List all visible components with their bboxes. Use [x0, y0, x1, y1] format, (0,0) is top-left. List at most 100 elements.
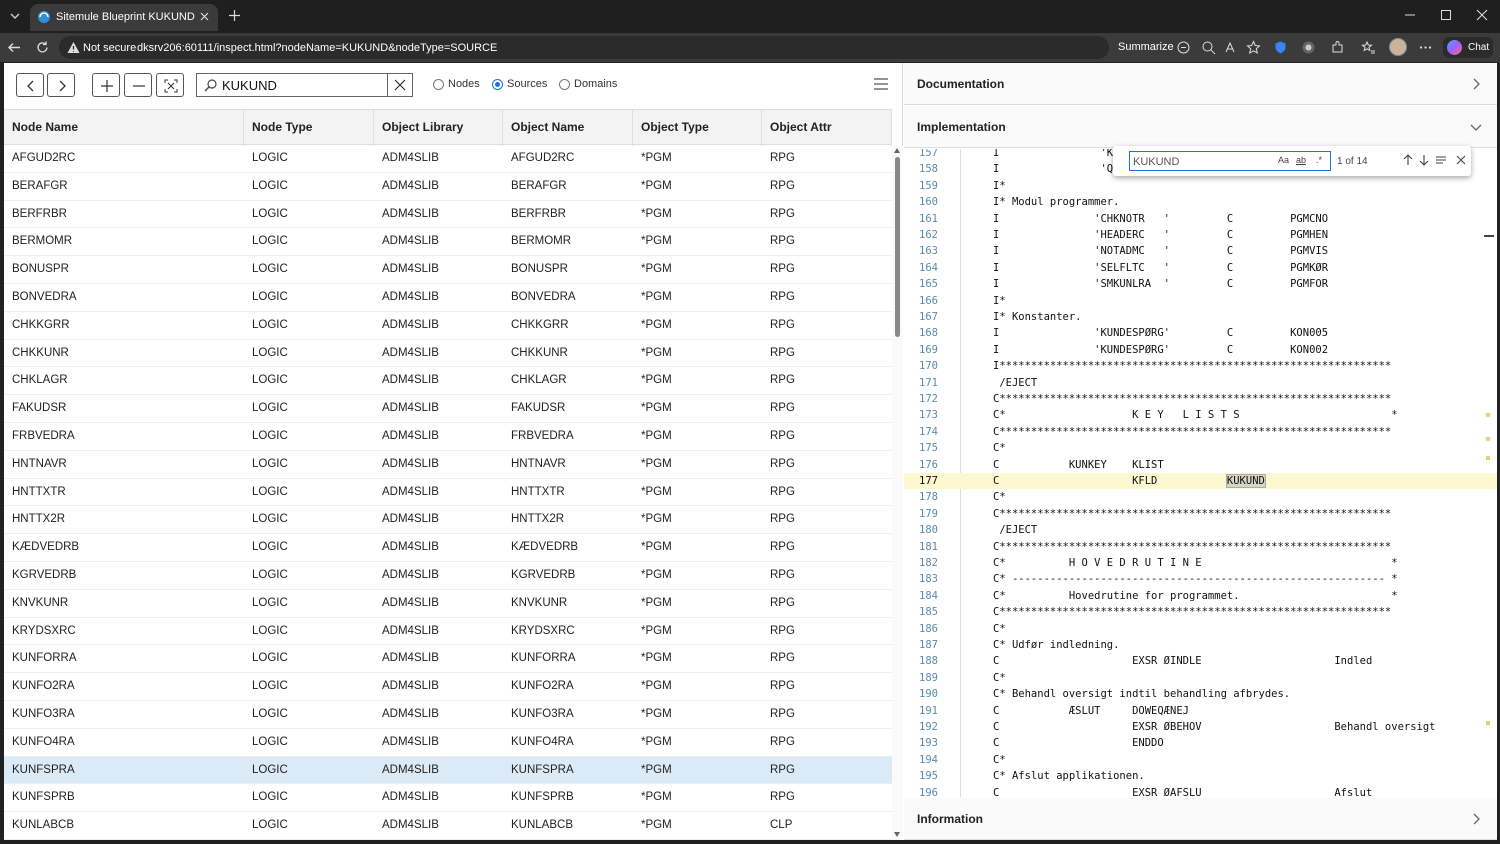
code-line[interactable]: 181 C************************************…: [904, 539, 1497, 555]
back-icon[interactable]: [6, 39, 23, 56]
table-row[interactable]: KUNFO2RA LOGIC ADM4SLIB KUNFO2RA *PGM RPG: [4, 673, 892, 701]
information-header[interactable]: Information: [904, 798, 1497, 840]
table-row[interactable]: KUNFO4RA LOGIC ADM4SLIB KUNFO4RA *PGM RPG: [4, 729, 892, 757]
zoom-icon[interactable]: [1201, 40, 1216, 55]
extension-circle-icon[interactable]: [1301, 40, 1316, 55]
match-case-toggle[interactable]: Aa: [1278, 155, 1289, 165]
code-line[interactable]: 161 I 'CHKNOTR ' C PGMCNO: [904, 211, 1497, 227]
table-row[interactable]: CHKKGRR LOGIC ADM4SLIB CHKKGRR *PGM RPG: [4, 312, 892, 340]
implementation-header[interactable]: Implementation: [904, 106, 1497, 148]
code-line[interactable]: 185 C************************************…: [904, 604, 1497, 620]
read-aloud-icon[interactable]: [1224, 40, 1239, 55]
refresh-icon[interactable]: [34, 39, 51, 56]
table-row[interactable]: BONVEDRA LOGIC ADM4SLIB BONVEDRA *PGM RPG: [4, 284, 892, 312]
forward-button[interactable]: [47, 73, 75, 97]
table-row[interactable]: KUNLABCB LOGIC ADM4SLIB KUNLABCB *PGM CLP: [4, 812, 892, 840]
code-line[interactable]: 169 I 'KUNDESPØRG' C KON002: [904, 342, 1497, 358]
editor-overview-ruler[interactable]: [1484, 149, 1497, 797]
favorite-star-icon[interactable]: [1246, 40, 1261, 55]
scroll-up-arrow-icon[interactable]: [894, 148, 900, 153]
code-line[interactable]: 195 C* Afslut applikationen.: [904, 768, 1497, 784]
header-object-type[interactable]: Object Type: [633, 110, 762, 146]
code-line[interactable]: 160 I* Modul programmer.: [904, 194, 1497, 210]
header-object-attr[interactable]: Object Attr: [762, 110, 892, 146]
code-line[interactable]: 162 I 'HEADERC ' C PGMHEN: [904, 227, 1497, 243]
code-line[interactable]: 188 C EXSR ØINDLE Indled: [904, 653, 1497, 669]
table-row[interactable]: CHKLAGR LOGIC ADM4SLIB CHKLAGR *PGM RPG: [4, 367, 892, 396]
code-line[interactable]: 174 C************************************…: [904, 424, 1497, 440]
close-tab-icon[interactable]: [198, 10, 211, 23]
close-find-icon[interactable]: [1455, 154, 1467, 166]
favorites-list-icon[interactable]: [1361, 40, 1376, 55]
node-search-box[interactable]: [196, 73, 413, 97]
table-scrollbar[interactable]: [892, 145, 903, 840]
code-line[interactable]: 186 C*: [904, 621, 1497, 637]
radio-domains-circle[interactable]: [559, 79, 570, 90]
code-line[interactable]: 183 C* ----------------------------------…: [904, 571, 1497, 587]
table-row[interactable]: FAKUDSR LOGIC ADM4SLIB FAKUDSR *PGM RPG: [4, 395, 892, 423]
table-row[interactable]: AFGUD2RC LOGIC ADM4SLIB AFGUD2RC *PGM RPG: [4, 145, 892, 173]
code-line[interactable]: 166 I*: [904, 293, 1497, 309]
table-row[interactable]: KÆDVEDRB LOGIC ADM4SLIB KÆDVEDRB *PGM RPG: [4, 534, 892, 562]
extensions-puzzle-icon[interactable]: [1330, 40, 1345, 55]
profile-avatar[interactable]: [1389, 38, 1407, 56]
header-object-library[interactable]: Object Library: [374, 110, 503, 146]
code-line[interactable]: 182 C* H O V E D R U T I N E *: [904, 555, 1497, 571]
more-menu-icon[interactable]: [1418, 40, 1433, 55]
hamburger-menu-icon[interactable]: [873, 77, 889, 91]
code-line[interactable]: 159 I*: [904, 178, 1497, 194]
table-row[interactable]: HNTNAVR LOGIC ADM4SLIB HNTNAVR *PGM RPG: [4, 451, 892, 479]
code-line[interactable]: 190 C* Behandl oversigt indtil behandling…: [904, 686, 1497, 702]
fit-screen-button[interactable]: [156, 73, 184, 97]
table-row[interactable]: HNTTX2R LOGIC ADM4SLIB HNTTX2R *PGM RPG: [4, 506, 892, 535]
whole-word-toggle[interactable]: ab: [1296, 155, 1306, 165]
security-label[interactable]: Not secure: [83, 42, 136, 54]
code-editor[interactable]: 157 I 'KU 158 I 'Q2 159 I* 160 I* Modul program…: [904, 149, 1497, 797]
table-row[interactable]: HNTTXTR LOGIC ADM4SLIB HNTTXTR *PGM RPG: [4, 479, 892, 507]
regex-toggle[interactable]: .*: [1316, 155, 1322, 165]
scroll-down-arrow-icon[interactable]: [894, 832, 900, 837]
code-line[interactable]: 173 C* K E Y L I S T S *: [904, 407, 1497, 423]
radio-nodes-circle[interactable]: [433, 79, 444, 90]
table-row[interactable]: CHKKUNR LOGIC ADM4SLIB CHKKUNR *PGM RPG: [4, 340, 892, 368]
shield-extension-icon[interactable]: [1273, 40, 1288, 55]
table-row[interactable]: KUNFO3RA LOGIC ADM4SLIB KUNFO3RA *PGM RPG: [4, 701, 892, 729]
url-bar[interactable]: Not secure dksrv206:60111/inspect.html?n…: [59, 36, 1109, 59]
close-window-icon[interactable]: [1475, 8, 1489, 22]
back-button[interactable]: [16, 73, 44, 97]
chevron-right-icon[interactable]: [1469, 812, 1483, 826]
code-line[interactable]: 175 C*: [904, 440, 1497, 456]
table-row[interactable]: BERMOMR LOGIC ADM4SLIB BERMOMR *PGM RPG: [4, 228, 892, 257]
find-input-box[interactable]: Aa ab .*: [1129, 151, 1331, 171]
find-input[interactable]: [1133, 154, 1273, 169]
find-in-selection-icon[interactable]: [1435, 154, 1447, 166]
url-text[interactable]: dksrv206:60111/inspect.html?nodeName=KUK…: [137, 42, 497, 54]
code-line[interactable]: 168 I 'KUNDESPØRG' C KON005: [904, 325, 1497, 341]
table-row[interactable]: FRBVEDRA LOGIC ADM4SLIB FRBVEDRA *PGM RPG: [4, 423, 892, 451]
next-match-icon[interactable]: [1418, 154, 1430, 166]
table-row[interactable]: KUNFSPRB LOGIC ADM4SLIB KUNFSPRB *PGM RPG: [4, 784, 892, 813]
collapse-button[interactable]: [124, 73, 152, 97]
code-line[interactable]: 171 /EJECT: [904, 375, 1497, 391]
summarize-button[interactable]: Summarize: [1118, 41, 1174, 53]
search-input[interactable]: [222, 77, 382, 94]
radio-sources-circle[interactable]: [492, 79, 503, 90]
browser-tab[interactable]: Sitemule Blueprint KUKUND: [30, 4, 218, 31]
code-line[interactable]: 176 C KUNKEY KLIST: [904, 457, 1497, 473]
clear-search-button[interactable]: [387, 74, 412, 96]
expand-button[interactable]: [92, 73, 120, 97]
code-line[interactable]: 192 C EXSR ØBEHOV Behandl oversigt: [904, 719, 1497, 735]
code-line[interactable]: 164 I 'SELFLTC ' C PGMKØR: [904, 260, 1497, 276]
header-node-name[interactable]: Node Name: [4, 110, 244, 146]
code-line[interactable]: 196 C EXSR ØAFSLU Afslut: [904, 785, 1497, 797]
chevron-right-icon[interactable]: [1469, 77, 1483, 91]
code-line[interactable]: 170 I************************************…: [904, 358, 1497, 374]
scrollbar-thumb[interactable]: [895, 157, 900, 337]
header-object-name[interactable]: Object Name: [503, 110, 633, 146]
minimize-icon[interactable]: [1403, 8, 1417, 22]
table-row[interactable]: KUNFSPRA LOGIC ADM4SLIB KUNFSPRA *PGM RPG: [4, 756, 892, 785]
table-row[interactable]: BERAFGR LOGIC ADM4SLIB BERAFGR *PGM RPG: [4, 173, 892, 201]
table-row[interactable]: KUNFORRA LOGIC ADM4SLIB KUNFORRA *PGM RPG: [4, 645, 892, 674]
code-line[interactable]: 194 C*: [904, 752, 1497, 768]
maximize-icon[interactable]: [1439, 8, 1453, 22]
